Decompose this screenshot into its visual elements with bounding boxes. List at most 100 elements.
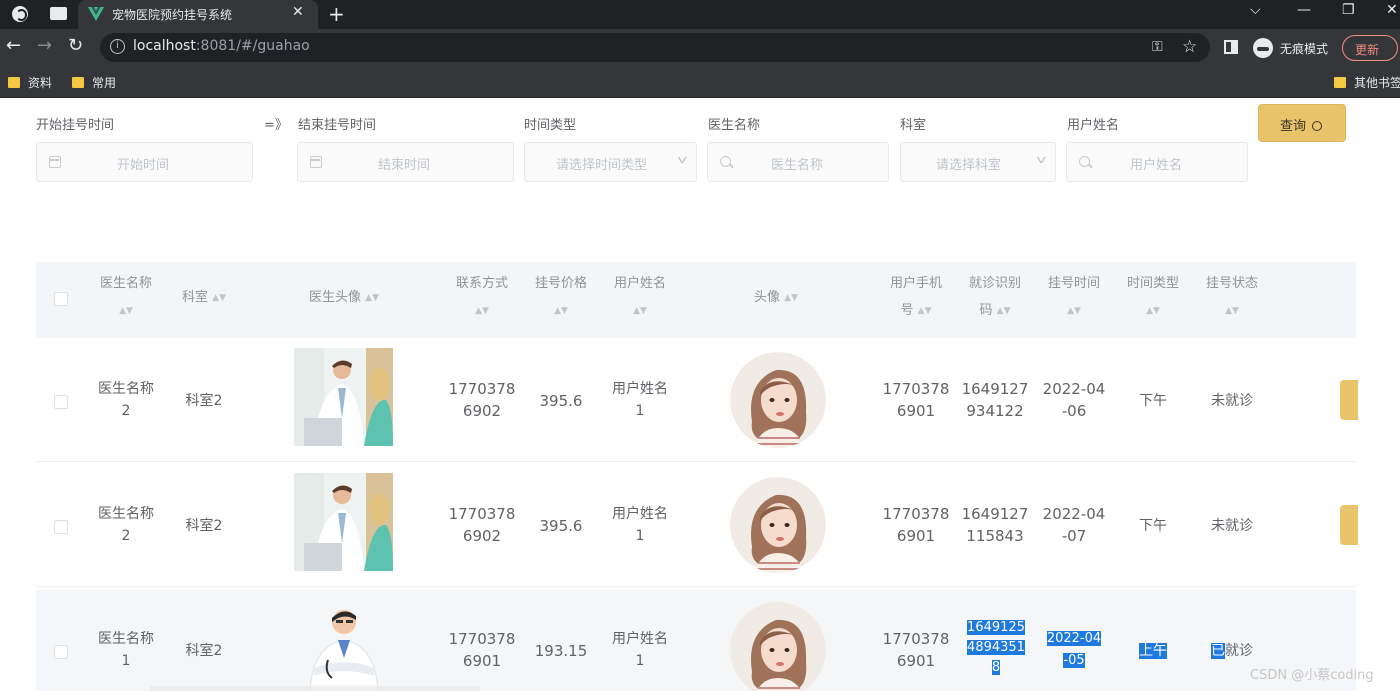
scroll-shadow [150,686,480,691]
user-name-input[interactable]: 用户姓名 [1066,142,1248,182]
cell-status: 未就诊 [1211,518,1253,534]
bookmark-folder[interactable]: 常用 [72,74,116,91]
cell-visit-code: 1649127 115843 [961,505,1029,545]
col-avatar[interactable]: 头像 ▲▼ [726,284,826,312]
calendar-icon [49,156,61,168]
cell-department: 科室2 [185,393,223,409]
start-time-picker[interactable]: 开始时间 [36,142,253,182]
window-icon[interactable] [50,7,67,20]
col-price[interactable]: 挂号价格 ▲▼ [523,270,599,325]
minimize-icon[interactable]: — [1297,2,1311,18]
col-doctor-name[interactable]: 医生名称 ▲▼ [88,270,164,325]
globe-icon[interactable] [12,6,28,22]
cell-visit-code: 1649125 4894351 8 [967,620,1025,675]
tab-search-icon[interactable]: ⌵ [1250,2,1261,18]
sort-icon: ▲▼ [365,293,379,303]
doctor-name-label: 医生名称 [708,118,761,133]
cell-price: 193.15 [534,642,588,660]
vue-logo-icon [88,7,104,21]
doctor-photo [298,602,390,691]
bookmark-folder[interactable]: 资料 [8,74,52,91]
col-reg-time[interactable]: 挂号时间 ▲▼ [1036,270,1112,325]
col-contact[interactable]: 联系方式 ▲▼ [444,270,520,325]
row-action-button[interactable] [1340,505,1358,545]
row-action-button[interactable] [1340,380,1358,420]
bookmark-star-icon[interactable]: ☆ [1182,37,1197,57]
search-icon [1079,156,1090,167]
query-button[interactable]: 查询 [1258,104,1346,142]
col-status[interactable]: 挂号状态 ▲▼ [1194,270,1270,325]
csdn-watermark: CSDN @小蔡coding [1250,668,1374,683]
search-icon [720,156,731,167]
sort-icon: ▲▼ [1146,306,1160,316]
incognito-label: 无痕模式 [1280,42,1329,56]
department-select[interactable]: 请选择科室 v [900,142,1056,182]
other-bookmarks[interactable]: 其他书签 [1334,74,1400,91]
browser-tabbar: 宠物医院预约挂号系统 ✕ + ⌵ — ❐ ✕ [0,0,1400,29]
doctor-name-input[interactable]: 医生名称 [707,142,889,182]
table-row[interactable]: 医生名称 2 科室2 1770378 6902 395.6 用户姓名 1 177… [36,465,1358,587]
cell-user-phone: 1770378 6901 [882,380,950,420]
select-all-checkbox[interactable] [54,292,68,306]
time-type-select[interactable]: 请选择时间类型 v [524,142,697,182]
col-department[interactable]: 科室 ▲▼ [166,284,242,312]
sort-icon: ▲▼ [119,306,133,316]
col-visit-code[interactable]: 就诊识别码 ▲▼ [957,270,1033,325]
user-avatar [730,477,826,573]
user-avatar [730,602,826,691]
doctor-photo [294,348,393,446]
update-button[interactable]: 更新 [1342,35,1398,61]
password-key-icon[interactable]: ⚿ [1152,39,1163,55]
cell-time-type: 下午 [1139,518,1167,534]
side-panel-icon[interactable] [1224,40,1238,54]
incognito-icon [1253,38,1273,58]
cell-price: 395.6 [539,517,583,535]
tab-title: 宠物医院预约挂号系统 [112,8,233,22]
chevron-down-icon: v [677,153,688,166]
back-icon[interactable]: ← [6,35,21,56]
user-name-label: 用户姓名 [1067,118,1120,133]
forward-icon[interactable]: → [37,35,52,56]
url-text[interactable]: localhost:8081/#/guahao [133,38,310,54]
sort-icon: ▲▼ [475,306,489,316]
restore-icon[interactable]: ❐ [1342,2,1355,18]
new-tab-icon[interactable]: + [328,2,345,26]
row-checkbox[interactable] [54,645,68,659]
sort-icon: ▲▼ [212,293,226,303]
reload-icon[interactable]: ↻ [68,35,83,56]
row-checkbox[interactable] [54,520,68,534]
cell-user-name: 用户姓名 1 [612,631,668,669]
chevron-down-icon: v [1036,153,1047,166]
page-content: 开始挂号时间 =》 结束挂号时间 时间类型 医生名称 科室 用户姓名 开始时间 … [0,98,1400,691]
table-row[interactable]: 医生名称 2 科室2 1770378 6902 395.6 用户姓名 1 177… [36,340,1358,462]
folder-icon [72,77,84,88]
browser-tab[interactable]: 宠物医院预约挂号系统 ✕ [78,0,318,29]
search-icon [1312,121,1323,131]
cell-doctor-name: 医生名称 2 [98,506,154,544]
user-name-placeholder: 用户姓名 [1130,158,1183,173]
site-info-icon[interactable]: i [110,39,125,54]
sort-icon: ▲▼ [1225,306,1239,316]
row-checkbox[interactable] [54,395,68,409]
cell-time-type: 下午 [1139,393,1167,409]
address-bar[interactable]: i localhost:8081/#/guahao ⚿ ☆ [100,33,1210,62]
time-type-label: 时间类型 [524,118,577,133]
end-time-picker[interactable]: 结束时间 [297,142,514,182]
doctor-name-placeholder: 医生名称 [771,158,824,173]
col-doctor-photo[interactable]: 医生头像 ▲▼ [284,284,404,312]
col-time-type[interactable]: 时间类型 ▲▼ [1115,270,1191,325]
cell-user-name: 用户姓名 1 [612,506,668,544]
table-row[interactable]: 医生名称 1 科室2 1770378 6901 193.15 用户姓名 1 17… [36,590,1356,691]
department-placeholder: 请选择科室 [936,158,1002,173]
end-time-placeholder: 结束时间 [378,158,431,173]
col-user-name[interactable]: 用户姓名 ▲▼ [602,270,678,325]
department-label: 科室 [900,118,927,133]
cell-user-phone: 1770378 6901 [882,630,950,670]
folder-icon [1334,77,1346,88]
tab-close-icon[interactable]: ✕ [292,4,304,20]
cell-contact: 1770378 6901 [448,630,516,670]
cell-doctor-name: 医生名称 1 [98,631,154,669]
window-close-icon[interactable]: ✕ [1386,2,1398,18]
col-user-phone[interactable]: 用户手机号 ▲▼ [878,270,954,325]
start-time-label: 开始挂号时间 [36,118,115,133]
